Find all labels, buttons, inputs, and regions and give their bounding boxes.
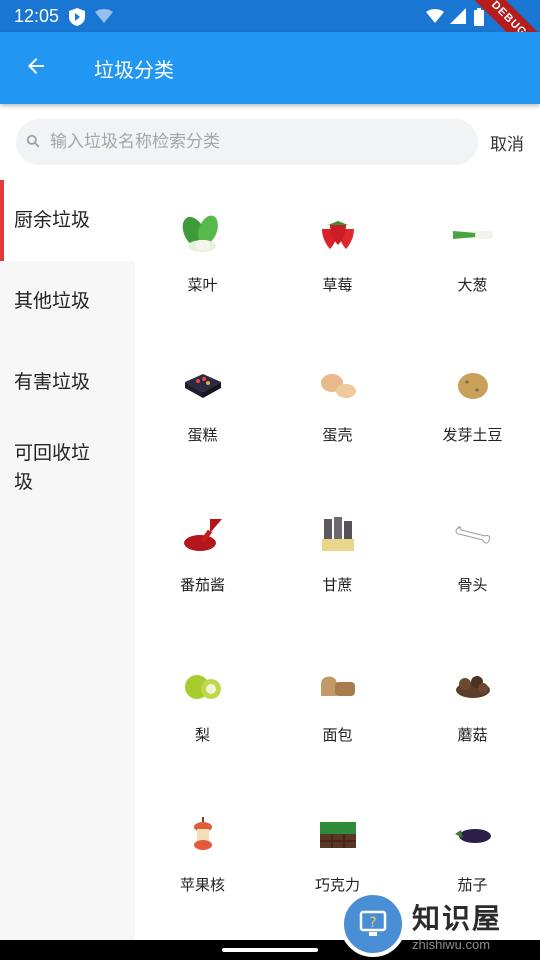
grid-item[interactable]: 草莓: [270, 180, 405, 330]
grid-item[interactable]: 苹果核: [135, 780, 270, 930]
home-gesture-pill[interactable]: [222, 948, 318, 952]
sidebar-item-label: 可回收垃圾: [14, 442, 91, 494]
sidebar-item-other-waste[interactable]: 其他垃圾: [0, 261, 135, 342]
mushroom-icon: [446, 658, 500, 712]
grid-item-label: 苹果核: [179, 876, 225, 894]
wifi-icon: [426, 8, 444, 24]
sidebar-item-label: 其他垃圾: [14, 289, 91, 312]
sidebar-item-hazardous-waste[interactable]: 有害垃圾: [0, 342, 135, 423]
grid-item-label: 菜叶: [187, 276, 218, 294]
grid-item[interactable]: 面包: [270, 630, 405, 780]
chocolate-icon: [311, 808, 365, 862]
grid-item-label: 甘蔗: [322, 576, 353, 594]
cancel-button[interactable]: 取消: [490, 130, 524, 155]
eggshell-icon: [311, 358, 365, 412]
bone-icon: [446, 508, 500, 562]
grid-item-label: 发芽土豆: [442, 426, 503, 444]
strawberry-icon: [311, 208, 365, 262]
grid-item-label: 骨头: [457, 576, 488, 594]
pear-icon: [176, 658, 230, 712]
grid-item-label: 蛋壳: [322, 426, 353, 444]
shield-play-icon: [69, 8, 86, 26]
search-input[interactable]: [50, 132, 468, 152]
status-time: 12:05: [14, 5, 60, 26]
search-box[interactable]: [16, 119, 478, 165]
search-row: 取消: [0, 104, 540, 180]
grid-item[interactable]: 骨头: [405, 480, 540, 630]
grid-item-label: 面包: [322, 726, 353, 744]
grid-item[interactable]: 梨: [135, 630, 270, 780]
sugarcane-icon: [311, 508, 365, 562]
grid-item[interactable]: 发芽土豆: [405, 330, 540, 480]
ketchup-icon: [176, 508, 230, 562]
cake-icon: [176, 358, 230, 412]
category-sidebar: 厨余垃圾 其他垃圾 有害垃圾 可回收垃圾: [0, 180, 135, 940]
help-monitor-icon: ?: [340, 891, 406, 957]
arrow-left-icon: [24, 54, 48, 82]
sidebar-item-kitchen-waste[interactable]: 厨余垃圾: [0, 180, 135, 261]
status-bar: 12:05 DEBUG: [0, 0, 540, 73]
grid-item-label: 蛋糕: [187, 426, 218, 444]
grid-item[interactable]: 甘蔗: [270, 480, 405, 630]
eggplant-icon: [446, 808, 500, 862]
wifi-question-icon: [95, 8, 114, 24]
bread-icon: [311, 658, 365, 712]
grid-item-label: 梨: [194, 726, 210, 744]
svg-text:?: ?: [369, 915, 376, 931]
back-button[interactable]: [0, 32, 72, 104]
watermark-subtitle: zhishiwu.com: [412, 936, 491, 952]
search-icon: [26, 133, 40, 152]
grid-item[interactable]: 蛋壳: [270, 330, 405, 480]
sidebar-item-label: 厨余垃圾: [14, 208, 91, 231]
vegetable-leaf-icon: [176, 208, 230, 262]
grid-item[interactable]: 蘑菇: [405, 630, 540, 780]
cellular-signal-icon: [450, 8, 466, 24]
page-title: 垃圾分类: [94, 57, 174, 82]
app-bar: 垃圾分类: [0, 32, 540, 104]
sprouted-potato-icon: [446, 358, 500, 412]
grid-item-label: 番茄酱: [179, 576, 225, 594]
grid-item[interactable]: 菜叶: [135, 180, 270, 330]
watermark: ? 知识屋 zhishiwu.com: [340, 890, 540, 958]
grid-item[interactable]: 大葱: [405, 180, 540, 330]
sidebar-item-label: 有害垃圾: [14, 370, 91, 393]
grid-item[interactable]: 蛋糕: [135, 330, 270, 480]
item-grid: 菜叶 草莓 大葱 蛋糕 蛋壳 发芽土豆 番茄酱 甘蔗 骨头 梨 面包 蘑菇 苹果…: [135, 180, 540, 940]
grid-item-label: 蘑菇: [457, 726, 488, 744]
scallion-icon: [446, 208, 500, 262]
apple-core-icon: [176, 808, 230, 862]
grid-item-label: 大葱: [457, 276, 488, 294]
sidebar-item-recyclable-waste[interactable]: 可回收垃圾: [0, 423, 135, 523]
grid-item-label: 草莓: [322, 276, 353, 294]
grid-item[interactable]: 番茄酱: [135, 480, 270, 630]
watermark-title: 知识屋: [412, 901, 503, 935]
